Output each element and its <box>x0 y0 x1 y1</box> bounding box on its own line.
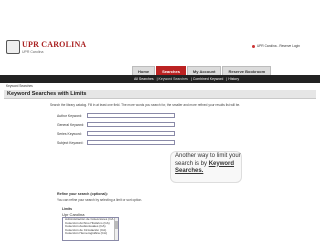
subnav-all-searches[interactable]: All Searches <box>134 77 154 81</box>
university-logo <box>6 40 20 54</box>
subject-keyword-label: Subject Keyword: <box>57 141 84 145</box>
subnav-keyword-searches[interactable]: Keyword Searches <box>159 77 188 81</box>
tab-home[interactable]: Home <box>132 66 156 75</box>
refine-title: Refine your search (optional): <box>57 192 108 196</box>
tab-searches[interactable]: Searches <box>156 66 186 75</box>
tip-callout: Another way to limit your search is by K… <box>171 152 241 182</box>
limits-select-list[interactable]: Administración de Colecciones (CA Colecc… <box>62 217 119 241</box>
callout-keyword-word: Keyword <box>208 160 235 167</box>
tab-my-account[interactable]: My Account <box>186 66 222 75</box>
general-keyword-label: General Keyword: <box>57 123 85 127</box>
limits-group: Upr Carolina Administración de Coleccion… <box>62 212 127 241</box>
breadcrumb[interactable]: Keyword Searches <box>6 84 33 88</box>
page-title: Keyword Searches with Limits <box>4 90 316 99</box>
subject-keyword-input[interactable] <box>87 140 175 145</box>
limits-scrollbar[interactable] <box>114 218 118 240</box>
brand-name: UPR CAROLINA <box>22 40 87 49</box>
tab-reserve-bookroom[interactable]: Reserve Bookroom <box>222 66 272 75</box>
refine-description: You can refine your search by selecting … <box>57 198 143 202</box>
user-bar[interactable]: UPR Carolina - Reserve Login <box>252 44 300 48</box>
limits-option[interactable]: Colección Hemerográfica (CA) <box>63 232 118 236</box>
callout-line-1: Another way to limit your <box>175 153 241 159</box>
brand-subtitle: UPR Carolina <box>22 50 44 54</box>
subnav-history[interactable]: History <box>228 77 239 81</box>
author-keyword-input[interactable] <box>87 113 175 118</box>
series-keyword-input[interactable] <box>87 131 175 136</box>
intro-text: Search the library catalog. Fill in at l… <box>50 103 241 107</box>
scroll-thumb[interactable] <box>115 221 118 229</box>
user-bar-text: UPR Carolina - Reserve Login <box>257 44 300 48</box>
sub-nav: All Searches | Keyword Searches | Combined… <box>0 75 320 83</box>
subnav-combined-keyword[interactable]: Combined Keyword <box>193 77 224 81</box>
callout-line-3: Searches. <box>175 168 204 175</box>
author-keyword-label: Author Keyword: <box>57 114 83 118</box>
general-keyword-input[interactable] <box>87 122 175 127</box>
series-keyword-label: Series Keyword: <box>57 132 82 136</box>
callout-line-2-prefix: search is by <box>175 160 209 167</box>
main-nav: Home Searches My Account Reserve Bookroo… <box>132 66 272 75</box>
site-header: UPR CAROLINA UPR Carolina UPR Carolina -… <box>0 0 320 85</box>
user-icon <box>252 44 255 48</box>
limits-label: Limits <box>62 207 72 211</box>
